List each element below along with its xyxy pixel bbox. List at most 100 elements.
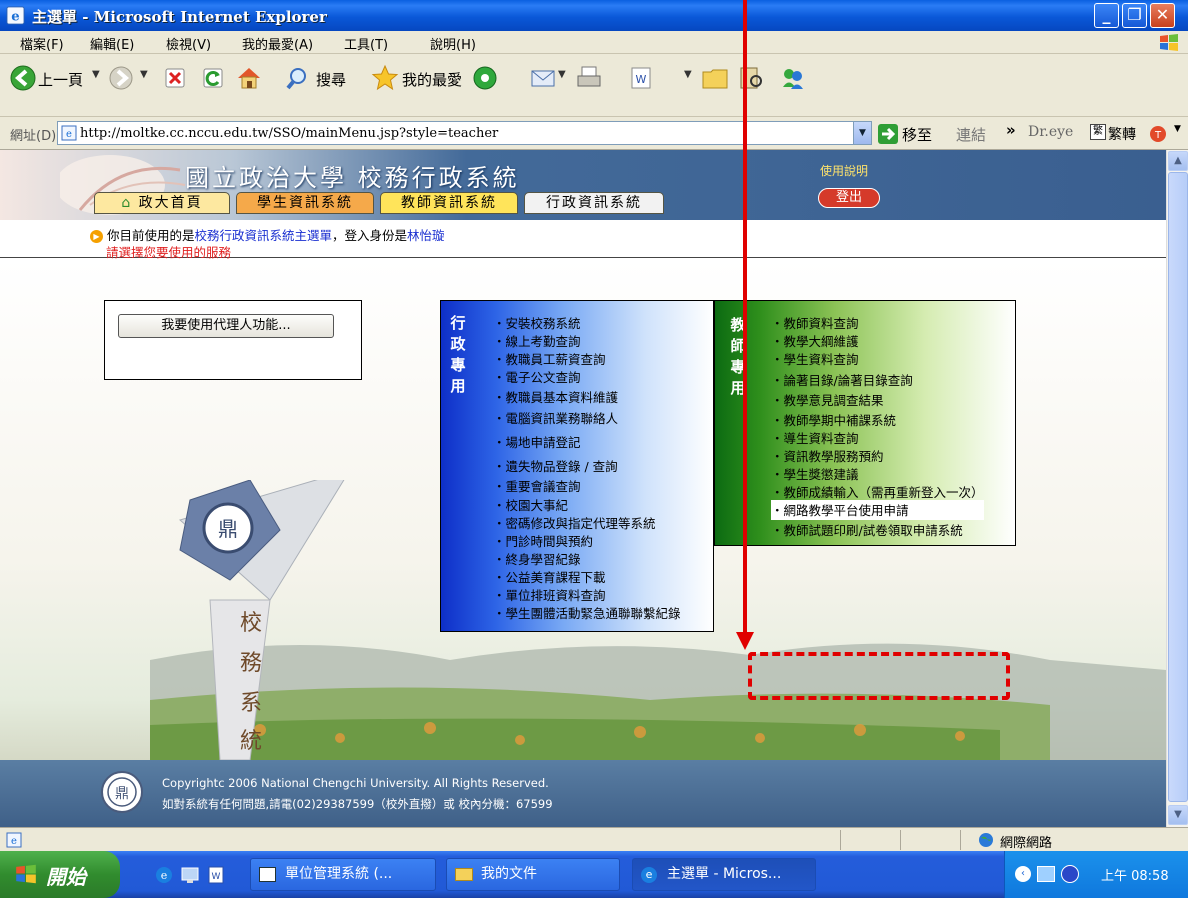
home-icon[interactable]	[234, 63, 264, 93]
mail-dropdown-icon[interactable]: ▼	[558, 69, 566, 80]
proxy-function-button[interactable]: 我要使用代理人功能...	[118, 314, 334, 338]
menu-file[interactable]: 檔案(F)	[20, 34, 64, 53]
research-icon[interactable]	[736, 63, 766, 93]
teacher-item[interactable]: ・教師試題印刷/試卷領取申請系統	[771, 520, 984, 540]
word-edit-icon[interactable]: W	[626, 63, 656, 93]
admin-item[interactable]: ・校園大事紀	[493, 495, 681, 513]
admin-item[interactable]: ・重要會議查詢	[493, 476, 681, 495]
windows-flag-icon	[1160, 34, 1178, 51]
refresh-icon[interactable]	[198, 63, 228, 93]
start-button[interactable]: 開始	[0, 851, 120, 898]
teacher-item[interactable]: ・教學意見調查結果	[771, 390, 984, 410]
quicklaunch-desktop-icon[interactable]	[180, 865, 200, 885]
admin-item[interactable]: ・密碼修改與指定代理等系統	[493, 513, 681, 531]
menu-help[interactable]: 說明(H)	[430, 34, 476, 53]
logout-button[interactable]: 登出	[818, 188, 880, 208]
address-dropdown-icon[interactable]: ▼	[853, 122, 871, 144]
admin-item[interactable]: ・電腦資訊業務聯絡人	[493, 408, 681, 432]
teacher-item[interactable]: ・教師學期中補課系統	[771, 410, 984, 428]
tab-admin-system[interactable]: 行政資訊系統	[524, 192, 664, 214]
favorites-button[interactable]: 我的最愛	[402, 69, 462, 90]
admin-item[interactable]: ・線上考勤查詢	[493, 331, 681, 349]
folder-icon[interactable]	[700, 63, 730, 93]
home-icon: ⌂	[121, 195, 133, 211]
taskbar-app-my-documents[interactable]: 我的文件	[446, 858, 620, 891]
teacher-item[interactable]: ・學生獎懲建議	[771, 464, 984, 482]
translate-dropdown-icon[interactable]: ▼	[1174, 124, 1181, 134]
dreye-button[interactable]: Dr.eye	[1028, 124, 1073, 140]
mail-icon[interactable]	[528, 63, 558, 93]
menu-edit[interactable]: 編輯(E)	[90, 34, 134, 53]
admin-item[interactable]: ・公益美育課程下載	[493, 567, 681, 585]
help-link[interactable]: 使用說明	[820, 162, 868, 179]
go-arrow-icon[interactable]	[878, 124, 898, 144]
links-chevron-icon[interactable]: »	[1006, 121, 1016, 139]
admin-item[interactable]: ・單位排班資料查詢	[493, 585, 681, 603]
forward-arrow-icon[interactable]	[106, 63, 136, 93]
forward-dropdown-icon[interactable]: ▼	[140, 69, 148, 80]
messenger-icon[interactable]	[778, 63, 808, 93]
admin-item[interactable]: ・門診時間與預約	[493, 531, 681, 549]
teacher-item[interactable]: ・教師資料查詢	[771, 313, 984, 331]
edit-dropdown-icon[interactable]: ▼	[684, 69, 692, 80]
tray-expand-icon[interactable]: ‹	[1015, 866, 1031, 882]
teacher-item[interactable]: ・教學大綱維護	[771, 331, 984, 349]
scroll-down-icon[interactable]: ▼	[1168, 805, 1188, 825]
network-icon[interactable]	[1037, 866, 1055, 882]
teacher-item[interactable]: ・資訊教學服務預約	[771, 446, 984, 464]
quicklaunch-ie-icon[interactable]: e	[154, 865, 174, 885]
menu-tools[interactable]: 工具(T)	[344, 34, 388, 53]
back-button[interactable]: 上一頁	[38, 69, 83, 90]
taskbar-app-unit-management[interactable]: 單位管理系統 (...	[250, 858, 436, 891]
vertical-scrollbar[interactable]: ▲ ▼	[1166, 150, 1188, 827]
menu-favorites[interactable]: 我的最愛(A)	[242, 34, 313, 53]
admin-item[interactable]: ・安裝校務系統	[493, 313, 681, 331]
taskbar-app-main-menu[interactable]: e 主選單 - Micros...	[632, 858, 816, 891]
security-zone-label: 網際網路	[1000, 836, 1053, 851]
address-input[interactable]: e http://moltke.cc.nccu.edu.tw/SSO/mainM…	[57, 121, 872, 145]
internet-explorer-icon: e	[641, 867, 657, 883]
convert-button[interactable]: 繁轉	[1108, 124, 1136, 144]
search-icon[interactable]	[284, 63, 314, 93]
stop-icon[interactable]	[160, 63, 190, 93]
teacher-item[interactable]: ・教師成績輸入（需再重新登入一次）	[771, 482, 984, 500]
links-label[interactable]: 連結	[956, 124, 986, 145]
scroll-up-icon[interactable]: ▲	[1168, 151, 1188, 171]
scroll-thumb[interactable]	[1168, 172, 1188, 802]
page-status-icon: e	[6, 832, 22, 848]
maximize-button[interactable]: ❐	[1122, 3, 1147, 28]
tab-teacher-system[interactable]: 教師資訊系統	[380, 192, 518, 214]
search-button[interactable]: 搜尋	[316, 69, 346, 90]
teacher-item[interactable]: ・導生資料查詢	[771, 428, 984, 446]
volume-icon[interactable]	[1061, 865, 1079, 883]
close-button[interactable]: ✕	[1150, 3, 1175, 28]
favorites-star-icon[interactable]	[370, 63, 400, 93]
go-button[interactable]: 移至	[902, 124, 932, 145]
tab-nccu-home[interactable]: ⌂ 政大首頁	[94, 192, 230, 214]
admin-item[interactable]: ・教職員工薪資查詢	[493, 349, 681, 367]
taskbar-clock[interactable]: 上午 08:58	[1101, 865, 1169, 884]
media-icon[interactable]	[470, 63, 500, 93]
teacher-item[interactable]: ・學生資料查詢	[771, 349, 984, 370]
admin-item[interactable]: ・教職員基本資料維護	[493, 387, 681, 408]
minimize-button[interactable]: _	[1094, 3, 1119, 28]
teacher-item[interactable]: ・論著目錄/論著目錄查詢	[771, 370, 984, 390]
menu-view[interactable]: 檢視(V)	[166, 34, 211, 53]
teacher-item[interactable]: ・網路教學平台使用申請	[771, 500, 984, 520]
translate-icon[interactable]: T	[1148, 124, 1170, 144]
proxy-panel: 我要使用代理人功能...	[104, 300, 362, 380]
admin-item[interactable]: ・學生團體活動緊急通聯聯繫紀錄	[493, 603, 681, 621]
quicklaunch-word-icon[interactable]: W	[206, 865, 226, 885]
admin-item[interactable]: ・電子公文查詢	[493, 367, 681, 387]
tab-student-system[interactable]: 學生資訊系統	[236, 192, 374, 214]
back-arrow-icon[interactable]	[8, 63, 38, 93]
address-url[interactable]: http://moltke.cc.nccu.edu.tw/SSO/mainMen…	[80, 126, 498, 141]
system-tray: ‹ 上午 08:58	[1004, 851, 1188, 898]
admin-item[interactable]: ・終身學習紀錄	[493, 549, 681, 567]
admin-item[interactable]: ・場地申請登記	[493, 432, 681, 456]
back-dropdown-icon[interactable]: ▼	[92, 69, 100, 80]
admin-item[interactable]: ・遺失物品登錄 / 查詢	[493, 456, 681, 476]
print-icon[interactable]	[574, 63, 604, 93]
admin-item-list: ・安裝校務系統 ・線上考勤查詢 ・教職員工薪資查詢 ・電子公文查詢 ・教職員基本…	[493, 313, 681, 621]
window-title-bar[interactable]: e 主選單 - Microsoft Internet Explorer _ ❐ …	[0, 0, 1188, 31]
